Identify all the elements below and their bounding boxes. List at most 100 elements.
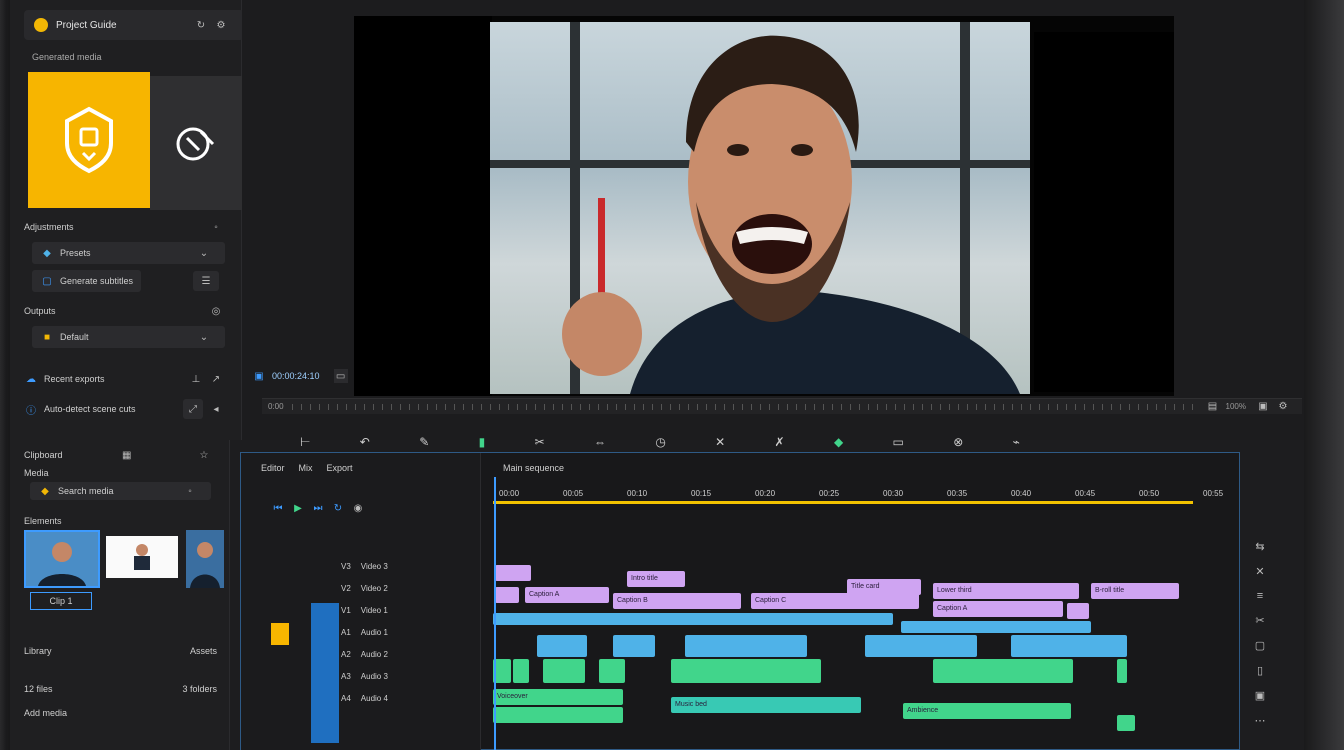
play-icon[interactable]: ▶	[291, 501, 305, 515]
lock-icon[interactable]: ▯	[1257, 664, 1263, 677]
video-preview[interactable]	[354, 16, 1174, 396]
settings-icon[interactable]: ⚙	[214, 18, 228, 32]
cut-icon[interactable]: ✂	[1255, 614, 1264, 627]
playhead[interactable]	[494, 477, 496, 750]
timeline-clip[interactable]: B-roll title	[1091, 583, 1179, 599]
track-selection[interactable]	[311, 603, 339, 743]
auto-detect-link[interactable]: ⓘ Auto-detect scene cuts ⤢ ◂	[24, 398, 229, 420]
slip-icon[interactable]: ⇔	[594, 435, 606, 449]
text-icon[interactable]: ▭	[893, 435, 904, 449]
timeline-clip[interactable]: Caption A	[525, 587, 609, 603]
track-header[interactable]: A1 Audio 1	[341, 623, 466, 641]
media-thumbnail-1[interactable]	[24, 530, 100, 588]
more-icon[interactable]: ⋯	[1255, 714, 1266, 727]
timeline-clip[interactable]	[537, 635, 587, 657]
timeline-clip[interactable]	[933, 659, 1073, 683]
tab-editor[interactable]: Editor	[261, 463, 285, 473]
camera-icon[interactable]: ▣	[1255, 689, 1265, 702]
sequence-tab[interactable]: Main sequence	[503, 463, 564, 473]
step-forward-icon[interactable]: ⏭	[311, 501, 325, 515]
timeline-clip[interactable]: Intro title	[627, 571, 685, 587]
timeline-clip[interactable]: Voiceover	[493, 689, 623, 705]
grid-icon[interactable]: ▦	[120, 448, 134, 462]
export-frame-icon[interactable]: ▣	[1256, 400, 1270, 414]
generated-thumbnail-1[interactable]	[28, 72, 150, 208]
sliders-icon[interactable]: ≡	[1257, 590, 1263, 602]
track-header[interactable]: A2 Audio 2	[341, 645, 466, 663]
timeline-clip[interactable]	[1117, 715, 1135, 731]
no-icon[interactable]: ⊗	[953, 435, 963, 449]
list-icon[interactable]: ☰	[193, 271, 219, 291]
fit-icon[interactable]: ▭	[333, 369, 348, 383]
timer-icon[interactable]: ◷	[655, 435, 665, 449]
pin-icon[interactable]: ⊥	[189, 372, 203, 386]
footer-right[interactable]: Assets	[190, 646, 217, 656]
sync-icon[interactable]: ↻	[194, 18, 208, 32]
timeline-clip[interactable]	[493, 613, 893, 625]
razor-icon[interactable]: ✂	[535, 435, 545, 449]
step-back-icon[interactable]: ⏮	[271, 501, 285, 515]
tab-mix[interactable]: Mix	[299, 463, 313, 473]
timeline-clip[interactable]	[685, 635, 807, 657]
timeline-clip[interactable]: Caption A	[933, 601, 1063, 617]
app-header[interactable]: Project Guide ↻ ⚙	[24, 10, 244, 40]
timeline-clip[interactable]	[543, 659, 585, 683]
media-search[interactable]: ◆ Search media ◦	[30, 482, 211, 500]
star-icon[interactable]: ☆	[197, 448, 211, 462]
timeline-clip[interactable]	[495, 587, 519, 603]
monitor-icon[interactable]: ▣	[252, 369, 266, 383]
add-media-button[interactable]: Add media	[24, 702, 217, 724]
visibility-icon[interactable]: ◎	[209, 304, 223, 318]
share-icon[interactable]: ↗	[209, 372, 223, 386]
clear-icon[interactable]: ◦	[183, 484, 197, 498]
timeline-clip[interactable]	[1011, 635, 1127, 657]
track-header[interactable]: V3 Video 3	[341, 557, 466, 575]
track-header[interactable]: A3 Audio 3	[341, 667, 466, 685]
recent-exports-link[interactable]: ☁ Recent exports ⊥ ↗	[24, 368, 229, 390]
camera-icon[interactable]: ▤	[1206, 400, 1220, 414]
timeline-clip[interactable]	[613, 635, 655, 657]
track-select-icon[interactable]: ⊢	[300, 435, 310, 449]
timeline-clip[interactable]	[865, 635, 977, 657]
toggle-icon[interactable]: ◦	[209, 220, 223, 234]
record-icon[interactable]: ◉	[351, 501, 365, 515]
scrub-bar[interactable]: 0:00 ▤ 100% ▣ ⚙	[262, 398, 1302, 414]
box-icon[interactable]: ▢	[1255, 639, 1265, 652]
work-area-bar[interactable]	[493, 501, 1193, 504]
generate-subtitles-button[interactable]: ▢ Generate subtitles	[32, 270, 142, 292]
ripple-icon[interactable]: ↶	[360, 435, 370, 449]
timeline-clip[interactable]	[513, 659, 529, 683]
outputs-dropdown[interactable]: ■ Default ⌄	[32, 326, 225, 348]
timeline-clip[interactable]: Music bed	[671, 697, 861, 713]
track-header[interactable]: V2 Video 2	[341, 579, 466, 597]
track-header[interactable]: V1 Video 1	[341, 601, 466, 619]
selected-clip-label[interactable]: Clip 1	[30, 592, 92, 610]
loop-icon[interactable]: ↻	[331, 501, 345, 515]
timeline-clip[interactable]	[671, 659, 821, 683]
generated-thumbnail-2[interactable]	[150, 76, 242, 210]
marker-icon[interactable]: ▮	[479, 435, 486, 449]
keyframe-icon[interactable]: ◆	[834, 435, 843, 449]
align-icon[interactable]: ⇆	[1255, 540, 1264, 553]
track-header[interactable]: A4 Audio 4	[341, 689, 466, 707]
timeline-clip[interactable]	[599, 659, 625, 683]
footer-left[interactable]: Library	[24, 646, 52, 656]
timeline-clip[interactable]	[1117, 659, 1127, 683]
timeline-clip[interactable]: Caption B	[613, 593, 741, 609]
timeline-clip[interactable]	[1067, 603, 1089, 619]
timeline-clip[interactable]: Ambience	[903, 703, 1071, 719]
media-thumbnail-3[interactable]	[186, 530, 224, 588]
media-thumbnail-2[interactable]	[106, 536, 178, 578]
tab-export[interactable]: Export	[327, 463, 353, 473]
snap-icon[interactable]: ⌁	[1013, 435, 1020, 449]
presets-dropdown[interactable]: ◆ Presets ⌄	[32, 242, 225, 264]
timeline-clip[interactable]	[495, 565, 531, 581]
expand-icon[interactable]: ⤢	[183, 399, 203, 419]
volume-icon[interactable]: ◂	[209, 402, 223, 416]
timeline-clip[interactable]	[901, 621, 1091, 633]
timeline-clip[interactable]	[493, 707, 623, 723]
pen-icon[interactable]: ✎	[419, 435, 429, 449]
settings-icon[interactable]: ⚙	[1276, 400, 1290, 414]
transition-icon[interactable]: ✕	[715, 435, 725, 449]
cross-icon[interactable]: ✕	[1255, 565, 1264, 578]
